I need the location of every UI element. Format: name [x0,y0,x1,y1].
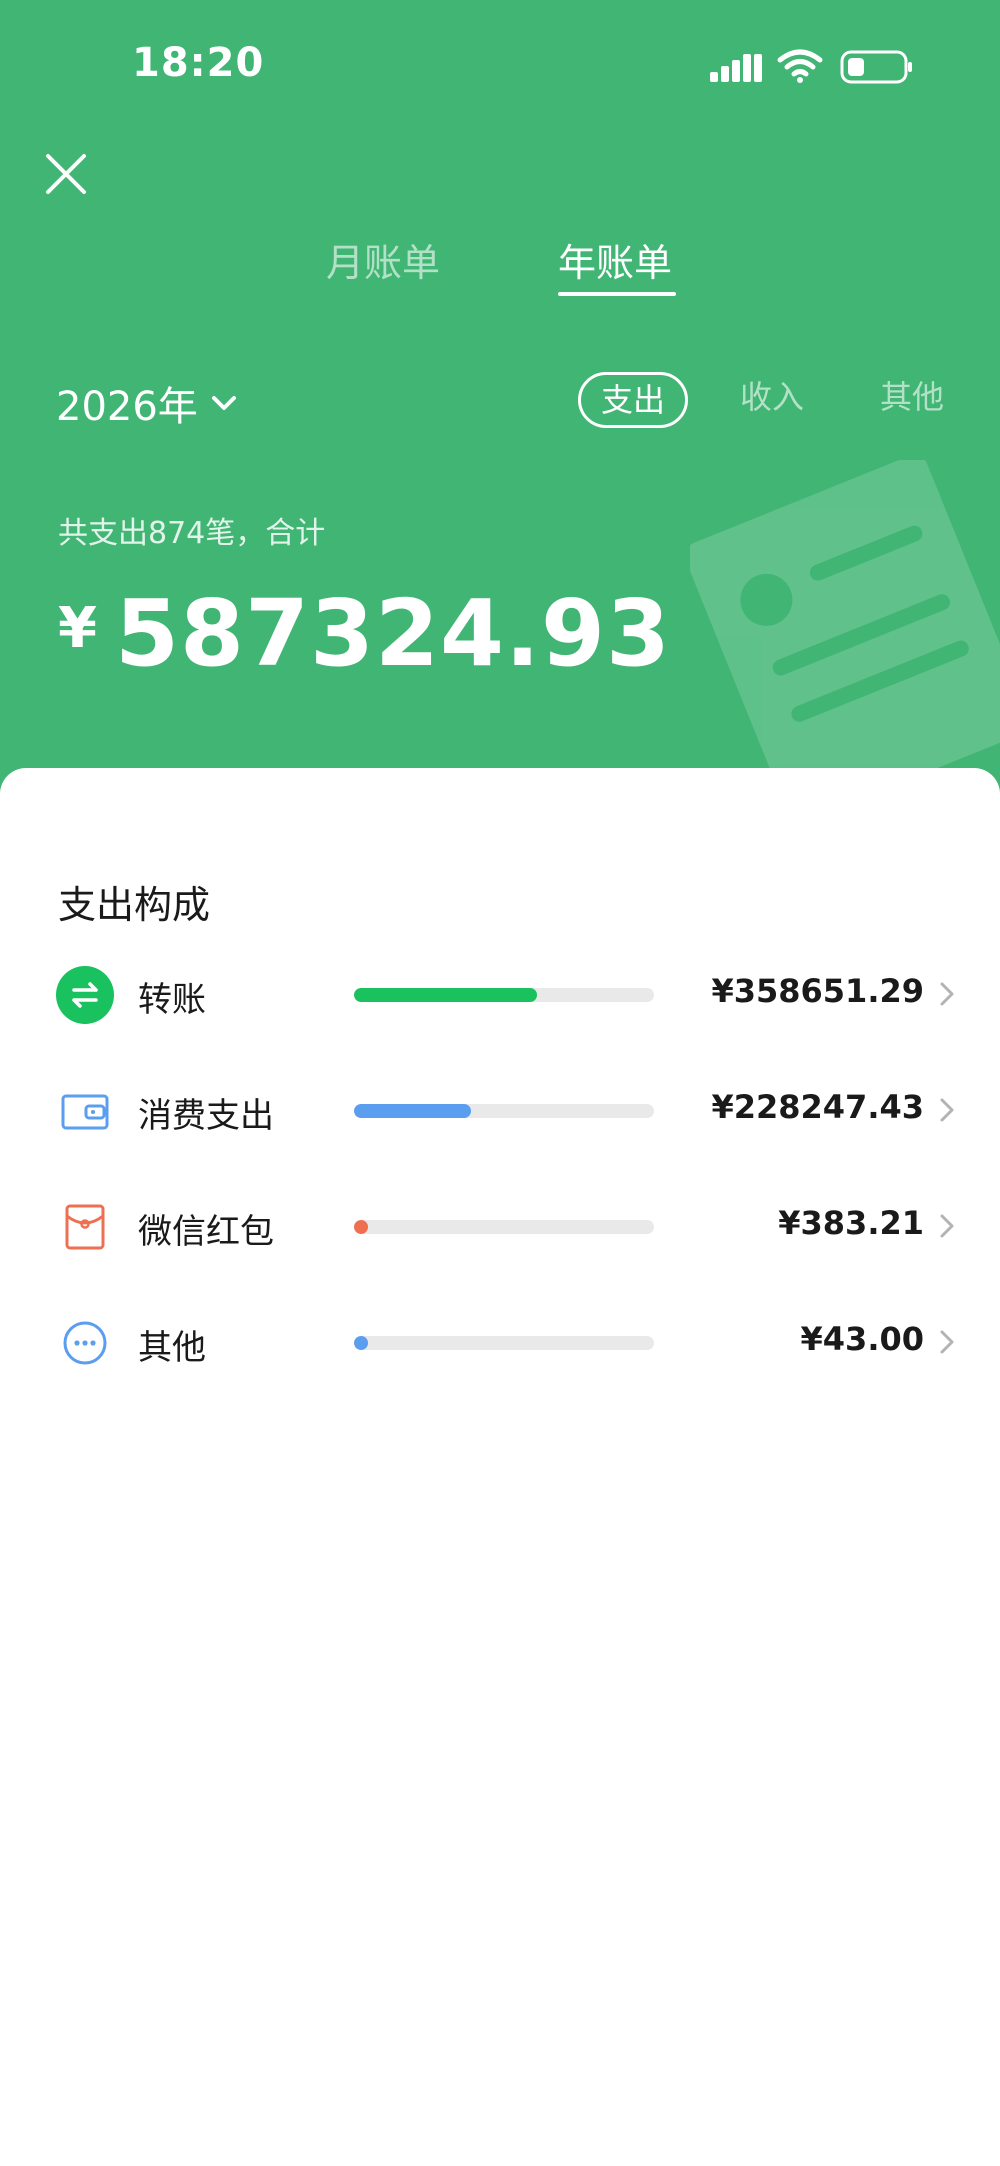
breakdown-row-consumption[interactable]: 消费支出 ¥228247.43 [0,1070,1000,1150]
tab-yearly-bill[interactable]: 年账单 [558,232,672,287]
year-label: 2026年 [56,384,198,430]
breakdown-row-transfer[interactable]: 转账 ¥358651.29 [0,954,1000,1034]
breakdown-row-other[interactable]: 其他 ¥43.00 [0,1302,1000,1382]
active-tab-indicator [558,292,676,296]
total-amount: ¥ 587324.93 [58,580,671,687]
chevron-down-icon [211,396,236,410]
total-amount-value: 587324.93 [114,580,672,687]
progress-track [354,1104,654,1118]
filter-other[interactable]: 其他 [880,372,944,422]
breakdown-amount: ¥358651.29 [711,972,924,1010]
progress-track [354,988,654,1002]
filter-expense[interactable]: 支出 [578,372,688,428]
breakdown-amount: ¥383.21 [778,1204,924,1242]
currency-symbol: ¥ [58,596,97,661]
progress-track [354,1336,654,1350]
battery-icon [840,50,912,84]
wifi-icon [777,49,823,83]
chevron-right-icon [940,1330,954,1354]
section-title: 支出构成 [58,883,211,927]
progress-fill [354,1104,471,1118]
more-icon [63,1321,107,1365]
wallet-icon [61,1094,109,1130]
breakdown-sheet: 支出构成 转账 ¥358651.29 消费支出 ¥228247.43 微信红包 … [0,768,1000,2166]
progress-fill [354,1220,368,1234]
breakdown-label: 其他 [138,1328,206,1368]
filter-income[interactable]: 收入 [740,372,804,422]
breakdown-row-red-packet[interactable]: 微信红包 ¥383.21 [0,1186,1000,1266]
breakdown-amount: ¥43.00 [800,1320,924,1358]
progress-fill [354,1336,368,1350]
progress-track [354,1220,654,1234]
breakdown-label: 消费支出 [138,1096,274,1136]
status-time: 18:20 [132,40,265,86]
year-selector[interactable]: 2026年 [56,374,238,432]
summary-label: 共支出874笔，合计 [58,516,326,551]
signal-icon [710,54,762,82]
progress-fill [354,988,537,1002]
tab-monthly-bill[interactable]: 月账单 [326,232,440,287]
breakdown-amount: ¥228247.43 [711,1088,924,1126]
red-packet-icon [65,1204,105,1250]
breakdown-label: 转账 [138,980,206,1020]
breakdown-label: 微信红包 [138,1212,274,1252]
close-button[interactable] [40,148,92,200]
close-icon [46,154,86,194]
transfer-icon [56,966,114,1024]
chevron-right-icon [940,1214,954,1238]
chevron-right-icon [940,982,954,1006]
chevron-right-icon [940,1098,954,1122]
bill-header: 18:20 月账单 年账单 2026年 支出 收入 其他 共支出874笔，合计 … [0,0,1000,800]
bill-illustration-icon [690,460,1000,780]
